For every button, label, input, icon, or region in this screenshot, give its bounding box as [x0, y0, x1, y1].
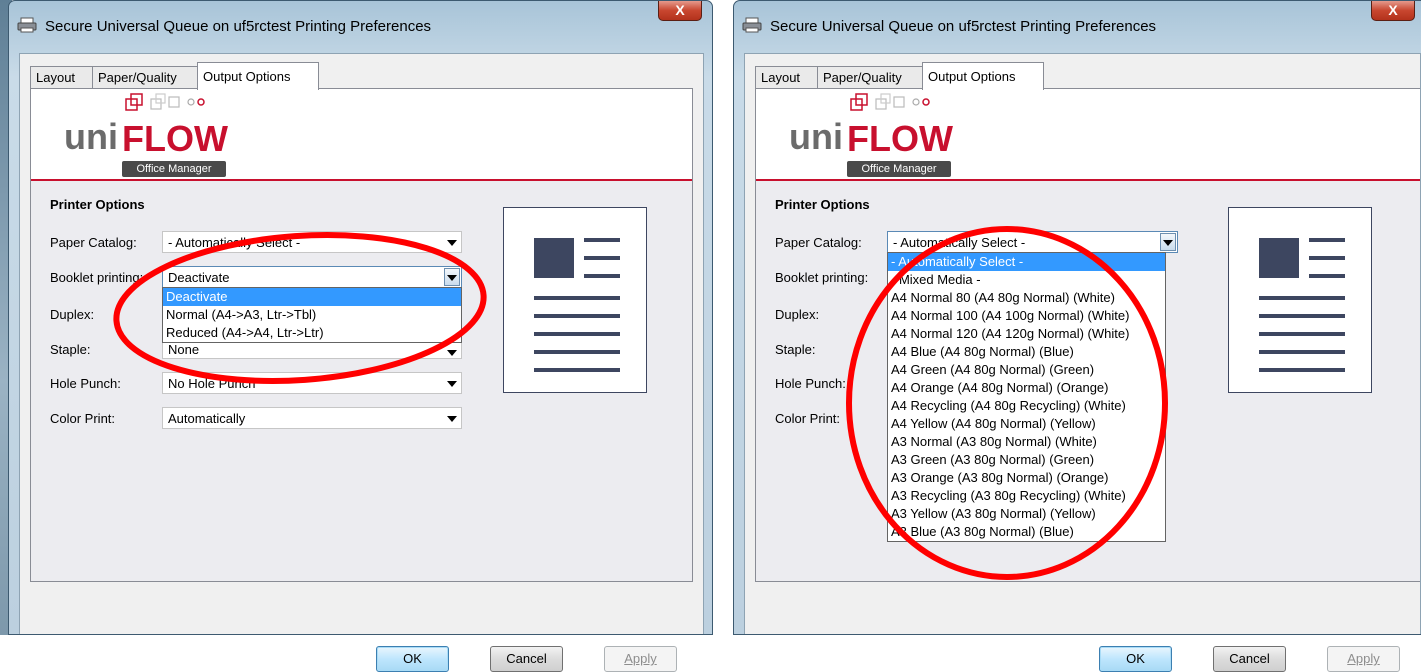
window-title: Secure Universal Queue on uf5rctest Prin…	[770, 18, 1157, 35]
hole-punch-label: Hole Punch:	[775, 376, 846, 391]
dropdown-option[interactable]: A3 Yellow (A3 80g Normal) (Yellow)	[888, 505, 1165, 523]
apply-label: Apply	[624, 651, 657, 666]
tab-layout[interactable]: Layout	[30, 66, 93, 89]
hole-punch-select[interactable]: No Hole Punch	[162, 372, 462, 394]
close-button[interactable]: X	[1371, 1, 1415, 21]
brand-uni: uni	[64, 116, 118, 157]
output-options-panel: uni FLOW Office Manager Printer Options …	[755, 88, 1420, 582]
cancel-button[interactable]: Cancel	[1213, 646, 1286, 672]
booklet-printing-dropdown: Deactivate Normal (A4->A3, Ltr->Tbl) Red…	[162, 287, 462, 343]
paper-catalog-label: Paper Catalog:	[775, 235, 862, 250]
chevron-down-icon	[447, 416, 457, 422]
hole-punch-value: No Hole Punch	[168, 376, 256, 391]
dropdown-option[interactable]: A3 Normal (A3 80g Normal) (White)	[888, 433, 1165, 451]
apply-button[interactable]: Apply	[1327, 646, 1400, 672]
dropdown-option[interactable]: A4 Yellow (A4 80g Normal) (Yellow)	[888, 415, 1165, 433]
printer-icon	[742, 17, 762, 33]
dropdown-option[interactable]: Deactivate	[163, 288, 461, 306]
dialog-client: Layout Paper/Quality Output Options uni …	[19, 53, 704, 672]
paper-catalog-value: - Automatically Select -	[168, 235, 301, 250]
chevron-down-icon	[447, 240, 457, 246]
title-bar[interactable]: Secure Universal Queue on uf5rctest Prin…	[734, 1, 1421, 43]
color-print-select[interactable]: Automatically	[162, 407, 462, 429]
paper-catalog-select[interactable]: - Automatically Select -	[162, 231, 462, 253]
apply-button[interactable]: Apply	[604, 646, 677, 672]
document-layout-icon	[1259, 238, 1345, 372]
output-options-panel: uni FLOW Office Manager Printer Options …	[30, 88, 693, 582]
booklet-printing-select[interactable]: Deactivate	[162, 266, 462, 288]
paper-catalog-dropdown: - Automatically Select - - Mixed Media -…	[887, 252, 1166, 542]
brand-flow: FLOW	[122, 118, 228, 159]
dropdown-option[interactable]: Normal (A4->A3, Ltr->Tbl)	[163, 306, 461, 324]
dropdown-option[interactable]: A3 Blue (A3 80g Normal) (Blue)	[888, 523, 1165, 541]
printer-icon	[17, 17, 37, 33]
staple-value: None	[168, 342, 200, 357]
title-bar[interactable]: Secure Universal Queue on uf5rctest Prin…	[9, 1, 712, 43]
dropdown-option[interactable]: A4 Normal 100 (A4 100g Normal) (White)	[888, 307, 1165, 325]
duplex-label: Duplex:	[50, 307, 95, 322]
dialog-client: Layout Paper/Quality Output Options uni …	[744, 53, 1421, 672]
booklet-printing-value: Deactivate	[168, 270, 230, 285]
hole-punch-label: Hole Punch:	[50, 376, 121, 391]
chevron-down-icon	[447, 350, 457, 356]
office-manager-badge: Office Manager	[122, 161, 226, 177]
paper-catalog-value: - Automatically Select -	[893, 235, 1026, 250]
dropdown-button[interactable]	[444, 268, 460, 286]
duplex-label: Duplex:	[775, 307, 820, 322]
dropdown-option[interactable]: A4 Orange (A4 80g Normal) (Orange)	[888, 379, 1165, 397]
window-title: Secure Universal Queue on uf5rctest Prin…	[45, 18, 432, 35]
tab-paper-quality[interactable]: Paper/Quality	[92, 66, 198, 89]
color-print-label: Color Print:	[775, 411, 841, 426]
chevron-down-icon	[447, 381, 457, 387]
paper-catalog-label: Paper Catalog:	[50, 235, 137, 250]
tab-output-options[interactable]: Output Options	[922, 62, 1044, 90]
tab-output-options[interactable]: Output Options	[197, 62, 319, 90]
tab-paper-quality[interactable]: Paper/Quality	[817, 66, 923, 89]
dropdown-option[interactable]: - Mixed Media -	[888, 271, 1165, 289]
dropdown-option[interactable]: A4 Blue (A4 80g Normal) (Blue)	[888, 343, 1165, 361]
uniflow-logo-icon: uni FLOW	[789, 93, 953, 159]
uniflow-logo-banner: uni FLOW Office Manager	[756, 89, 1420, 181]
window-gap	[713, 0, 733, 635]
page-preview	[1228, 207, 1372, 393]
close-button[interactable]: X	[658, 1, 702, 21]
color-print-value: Automatically	[168, 411, 246, 426]
color-print-label: Color Print:	[50, 411, 116, 426]
booklet-printing-label: Booklet printing:	[50, 270, 144, 285]
uniflow-logo-banner: uni FLOW Office Manager	[31, 89, 692, 181]
office-manager-badge: Office Manager	[847, 161, 951, 177]
dropdown-option[interactable]: A4 Normal 120 (A4 120g Normal) (White)	[888, 325, 1165, 343]
brand-uni: uni	[789, 116, 843, 157]
document-layout-icon	[534, 238, 620, 372]
chevron-down-icon	[447, 275, 457, 281]
section-title: Printer Options	[775, 197, 870, 212]
ok-button[interactable]: OK	[376, 646, 449, 672]
booklet-printing-label: Booklet printing:	[775, 270, 869, 285]
apply-label: Apply	[1347, 651, 1380, 666]
dropdown-button[interactable]	[1160, 233, 1176, 251]
ok-button[interactable]: OK	[1099, 646, 1172, 672]
staple-select[interactable]: None	[162, 341, 462, 359]
uniflow-logo-icon: uni FLOW	[64, 93, 228, 159]
paper-catalog-select[interactable]: - Automatically Select -	[887, 231, 1178, 253]
printing-preferences-window-left: Secure Universal Queue on uf5rctest Prin…	[8, 0, 713, 672]
dropdown-option[interactable]: A4 Recycling (A4 80g Recycling) (White)	[888, 397, 1165, 415]
dropdown-option[interactable]: A3 Orange (A3 80g Normal) (Orange)	[888, 469, 1165, 487]
staple-label: Staple:	[50, 342, 91, 357]
page-preview	[503, 207, 647, 393]
dropdown-option[interactable]: A4 Green (A4 80g Normal) (Green)	[888, 361, 1165, 379]
cancel-button[interactable]: Cancel	[490, 646, 563, 672]
dropdown-option[interactable]: - Automatically Select -	[888, 253, 1165, 271]
section-title: Printer Options	[50, 197, 145, 212]
printing-preferences-window-right: Secure Universal Queue on uf5rctest Prin…	[733, 0, 1421, 672]
tab-layout[interactable]: Layout	[755, 66, 818, 89]
dropdown-option[interactable]: A3 Recycling (A3 80g Recycling) (White)	[888, 487, 1165, 505]
dropdown-option[interactable]: Reduced (A4->A4, Ltr->Ltr)	[163, 324, 461, 342]
brand-flow: FLOW	[847, 118, 953, 159]
dropdown-option[interactable]: A4 Normal 80 (A4 80g Normal) (White)	[888, 289, 1165, 307]
chevron-down-icon	[1163, 240, 1173, 246]
dropdown-option[interactable]: A3 Green (A3 80g Normal) (Green)	[888, 451, 1165, 469]
staple-label: Staple:	[775, 342, 816, 357]
